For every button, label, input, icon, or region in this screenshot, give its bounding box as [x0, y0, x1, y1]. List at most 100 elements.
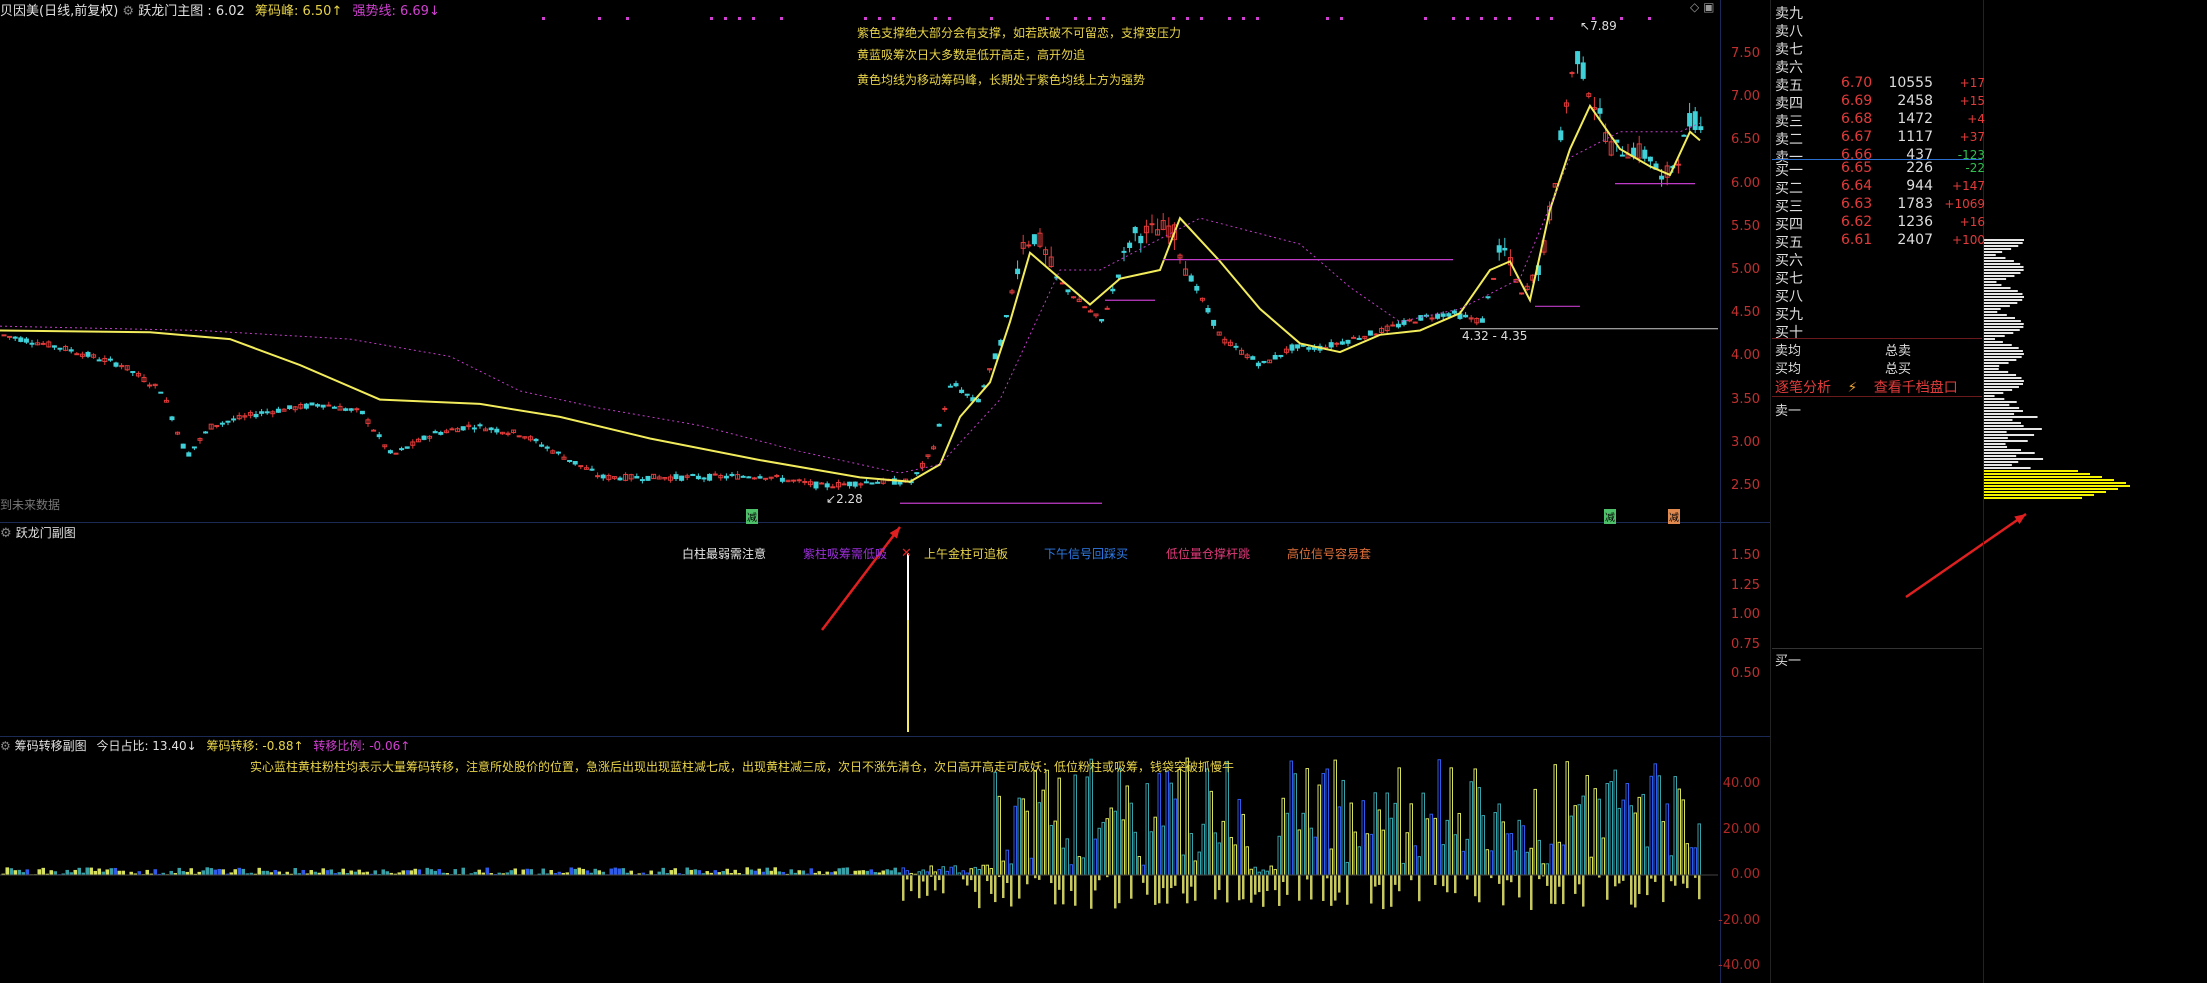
- candle-body: [488, 427, 494, 431]
- transfer-bar-up: [1489, 850, 1493, 876]
- top-signal-dot: [1242, 17, 1245, 20]
- stock-title[interactable]: 贝因美(日线,前复权): [0, 4, 118, 19]
- level-name: 买四: [1775, 217, 1803, 233]
- bid-row[interactable]: 买一 6.65 226 -22: [1775, 160, 1985, 179]
- candle-body: [555, 451, 561, 454]
- candle-body: [231, 418, 237, 421]
- transfer-bar-up: [1393, 802, 1397, 876]
- level-volume: 1783: [1897, 196, 1933, 212]
- candle-body: [169, 416, 175, 421]
- transfer-bar-up: [685, 867, 689, 876]
- transfer-bar-down: [966, 875, 969, 886]
- transfer-bar-down: [1478, 875, 1481, 903]
- transfer-bar-up: [1401, 862, 1405, 876]
- transfer-bar-down: [1466, 875, 1469, 880]
- transfer-bar-down: [910, 875, 913, 892]
- bid-row[interactable]: 买二 6.64 944 +147: [1775, 178, 1985, 197]
- sub1-legend-item: 紫柱吸筹需低吸: [803, 547, 888, 561]
- transfer-bar-down: [1582, 875, 1585, 907]
- bid-row[interactable]: 买七: [1775, 268, 1985, 287]
- transfer-bar-down: [1238, 875, 1241, 901]
- transfer-bar-up: [1277, 835, 1281, 876]
- indicator-name[interactable]: 跃龙门主图: [138, 4, 203, 19]
- tick-analysis-link[interactable]: 逐笔分析: [1775, 380, 1831, 396]
- transfer-bar-down: [1018, 875, 1021, 899]
- ask-row[interactable]: 卖四 6.69 2458 +15: [1775, 93, 1985, 112]
- transfer-bar-up: [1149, 831, 1153, 876]
- transfer-bar-up: [1697, 823, 1701, 876]
- transfer-bar-up: [649, 870, 653, 876]
- transfer-bar-up: [569, 867, 573, 876]
- ask-row[interactable]: 卖五 6.70 10555 +17: [1775, 75, 1985, 94]
- ask-row[interactable]: 卖九: [1775, 3, 1985, 22]
- candle-body: [1261, 360, 1267, 363]
- transfer-bar-down: [1506, 875, 1509, 881]
- transfer-bar-up: [1065, 838, 1069, 876]
- transfer-bar-up: [1089, 758, 1093, 876]
- transfer-bar-down: [1258, 875, 1261, 893]
- bid-row[interactable]: 买八: [1775, 286, 1985, 305]
- candle-body: [1390, 324, 1396, 327]
- price-tick-label: 7.50: [1731, 46, 1760, 61]
- view-depth-link[interactable]: 查看千档盘口: [1874, 380, 1958, 396]
- candle-body: [875, 481, 881, 484]
- chip-transfer: 筹码转移: -0.88↑: [206, 739, 304, 753]
- transfer-bar-up: [1145, 783, 1149, 876]
- candle-body: [779, 477, 785, 482]
- transfer-bar-up: [513, 868, 517, 876]
- transfer-bar-up: [257, 867, 261, 876]
- level-volume: 2458: [1897, 93, 1933, 109]
- bid-row[interactable]: 买五 6.61 2407 +100: [1775, 232, 1985, 251]
- settings-icon[interactable]: ⚙: [122, 4, 134, 19]
- bid-row[interactable]: 买六: [1775, 250, 1985, 269]
- ask-row[interactable]: 卖六: [1775, 57, 1985, 76]
- sub1-tick-label: 0.50: [1731, 666, 1760, 681]
- transfer-bar-down: [1550, 875, 1553, 904]
- transfer-bar-down: [1502, 875, 1505, 906]
- top-signal-dot: [780, 17, 783, 20]
- transfer-bar-up: [613, 867, 617, 876]
- sub1-title[interactable]: 跃龙门副图: [16, 526, 76, 540]
- transfer-bar-up: [1121, 819, 1125, 876]
- restore-icon[interactable]: ▣: [1703, 0, 1714, 14]
- transfer-bar-up: [17, 869, 21, 876]
- transfer-bar-up: [1309, 827, 1313, 876]
- bid-row[interactable]: 买四 6.62 1236 +16: [1775, 214, 1985, 233]
- bid-row[interactable]: 买九: [1775, 304, 1985, 323]
- ask-row[interactable]: 卖八: [1775, 21, 1985, 40]
- transfer-bar-up: [485, 867, 489, 876]
- candle-body: [1339, 341, 1345, 345]
- level-name: 买六: [1775, 253, 1803, 269]
- sub1-legend-item: 低位量仓撑杆跳: [1166, 547, 1251, 561]
- sub2-settings-icon[interactable]: ⚙: [0, 739, 11, 753]
- transfer-bar-up: [1585, 775, 1589, 876]
- sub2-title[interactable]: 筹码转移副图: [15, 739, 87, 753]
- sub1-settings-icon[interactable]: ⚙: [0, 526, 12, 541]
- candle-body: [852, 481, 858, 487]
- candle-body: [813, 481, 819, 489]
- transfer-bar-down: [1510, 875, 1513, 883]
- candle-body: [421, 435, 427, 440]
- candle-body: [18, 337, 24, 342]
- sub2-tick-label: -40.00: [1718, 958, 1760, 973]
- future-data-label[interactable]: 到未来数据: [0, 496, 60, 513]
- transfer-bar-down: [1670, 875, 1673, 882]
- bid-row[interactable]: 买三 6.63 1783 +1069: [1775, 196, 1985, 215]
- ask-row[interactable]: 卖三 6.68 1472 +4: [1775, 111, 1985, 130]
- candle-body: [639, 479, 645, 482]
- candle-body: [331, 406, 337, 409]
- transfer-bar-up: [1425, 818, 1429, 876]
- transfer-bar-down: [1634, 875, 1637, 908]
- transfer-bar-up: [1513, 850, 1517, 876]
- ask-row[interactable]: 卖二 6.67 1117 +37: [1775, 129, 1985, 148]
- diamond-icon[interactable]: ◇: [1690, 0, 1699, 14]
- candle-body: [1, 334, 7, 337]
- transfer-bar-down: [990, 875, 993, 894]
- transfer-bar-up: [1113, 810, 1117, 876]
- transfer-bar-down: [1638, 875, 1641, 894]
- transfer-bar-up: [181, 871, 185, 876]
- transfer-bar-up: [1317, 784, 1321, 876]
- ask-row[interactable]: 卖七: [1775, 39, 1985, 58]
- transfer-bar-down: [1394, 875, 1397, 885]
- transfer-bar-up: [693, 869, 697, 876]
